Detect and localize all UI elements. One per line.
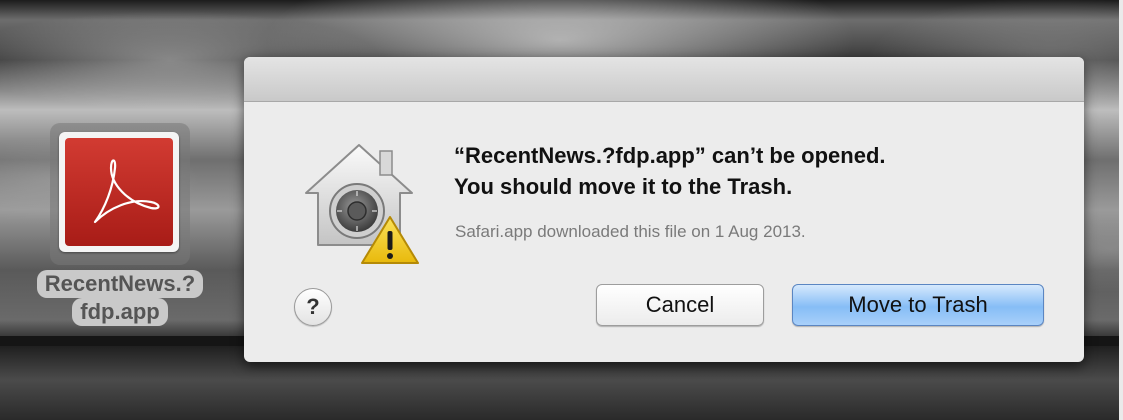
gatekeeper-house-lock-warning-icon [294, 137, 424, 267]
file-label-line-1: RecentNews.? [36, 270, 204, 298]
adobe-acrobat-pdf-icon [65, 138, 173, 246]
alert-headline: “RecentNews.?fdp.app” can’t be opened. Y… [454, 140, 1054, 202]
desktop-file-icon[interactable] [50, 123, 190, 265]
file-label-line-2: fdp.app [72, 298, 168, 326]
move-to-trash-button[interactable]: Move to Trash [792, 284, 1044, 326]
alert-headline-line-2: You should move it to the Trash. [454, 174, 793, 199]
desktop-file-label[interactable]: RecentNews.? fdp.app [25, 270, 215, 326]
screen-edge [1119, 0, 1123, 420]
help-button[interactable]: ? [294, 288, 332, 326]
alert-informative-text: Safari.app downloaded this file on 1 Aug… [455, 222, 806, 241]
gatekeeper-alert-dialog: “RecentNews.?fdp.app” can’t be opened. Y… [244, 57, 1084, 362]
cancel-button[interactable]: Cancel [596, 284, 764, 326]
file-icon-frame [59, 132, 179, 252]
dialog-titlebar[interactable] [244, 57, 1084, 102]
alert-headline-line-1: “RecentNews.?fdp.app” can’t be opened. [454, 143, 886, 168]
